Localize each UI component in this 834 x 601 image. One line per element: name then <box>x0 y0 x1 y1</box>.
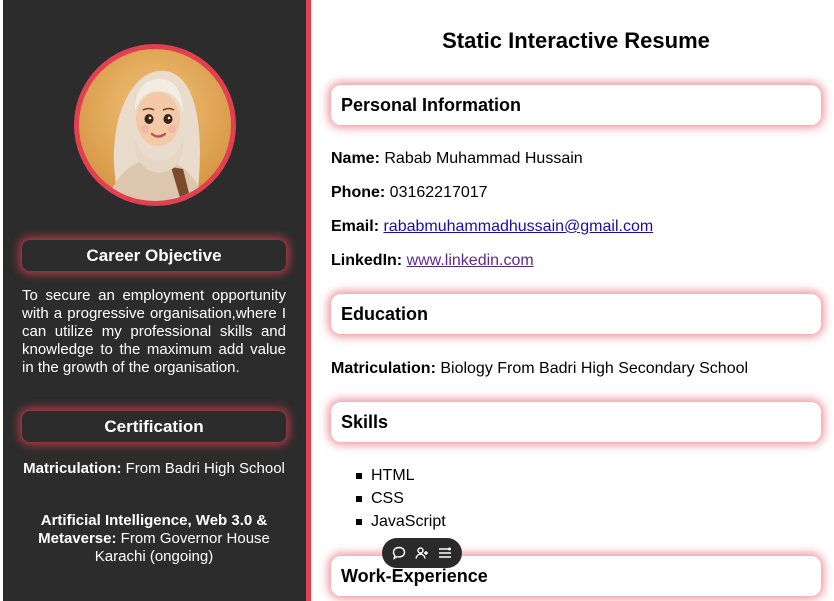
personal-information-heading: Personal Information <box>331 85 821 125</box>
education-heading: Education <box>331 294 821 334</box>
sidebar-divider <box>306 0 311 601</box>
email-label: Email: <box>331 218 380 235</box>
certification-title: Matriculation: <box>23 460 122 477</box>
list-settings-icon[interactable] <box>436 544 454 562</box>
education-label: Matriculation: <box>331 360 436 377</box>
profile-avatar <box>74 44 236 206</box>
education-value: Biology From Badri High Secondary School <box>440 360 749 377</box>
page-title: Static Interactive Resume <box>442 28 710 53</box>
certification-detail: From Governor House Karachi (ongoing) <box>94 530 270 565</box>
avatar-illustration-icon <box>107 70 205 201</box>
linkedin-link[interactable]: www.linkedin.com <box>407 252 534 269</box>
floating-toolbar <box>382 538 462 568</box>
comment-icon[interactable] <box>390 544 408 562</box>
name-row: Name: Rabab Muhammad Hussain <box>331 150 583 168</box>
skill-item: JavaScript <box>356 510 446 533</box>
skills-list: HTML CSS JavaScript <box>356 464 446 533</box>
linkedin-row: LinkedIn: www.linkedin.com <box>331 252 534 270</box>
career-objective-heading: Career Objective <box>22 240 286 271</box>
education-row: Matriculation: Biology From Badri High S… <box>331 360 748 378</box>
certification-detail: From Badri High School <box>121 460 285 477</box>
linkedin-label: LinkedIn: <box>331 252 403 269</box>
phone-row: Phone: 03162217017 <box>331 184 488 202</box>
email-link[interactable]: rababmuhammadhussain@gmail.com <box>383 218 653 235</box>
add-person-icon[interactable] <box>413 544 431 562</box>
certification-item: Artificial Intelligence, Web 3.0 & Metav… <box>22 512 286 566</box>
skill-item: CSS <box>356 487 446 510</box>
certification-item: Matriculation: From Badri High School <box>22 460 286 478</box>
phone-label: Phone: <box>331 184 386 201</box>
certification-heading: Certification <box>22 411 286 442</box>
skill-item: HTML <box>356 464 446 487</box>
name-value: Rabab Muhammad Hussain <box>384 150 583 167</box>
skills-heading: Skills <box>331 402 821 442</box>
career-objective-text: To secure an employment opportunity with… <box>22 287 286 376</box>
name-label: Name: <box>331 150 380 167</box>
phone-value: 03162217017 <box>389 184 488 201</box>
email-row: Email: rababmuhammadhussain@gmail.com <box>331 218 653 236</box>
